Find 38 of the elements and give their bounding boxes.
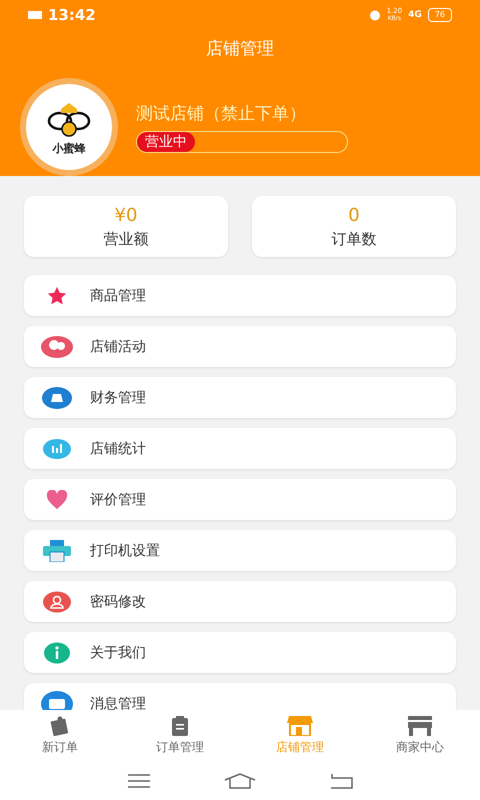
menu-item[interactable]: 店铺活动	[24, 326, 456, 367]
menu-item[interactable]: 打印机设置	[24, 530, 456, 571]
store-name: 测试店铺（禁止下单）	[136, 102, 307, 124]
stat-card[interactable]: 0 订单数	[252, 196, 456, 257]
menu-item[interactable]: 关于我们	[24, 632, 456, 673]
stat-value: 0	[348, 204, 360, 226]
logo-text: 小蜜蜂	[52, 140, 86, 156]
menu-icon[interactable]	[126, 774, 151, 788]
printer-icon	[43, 540, 71, 562]
page-title: 店铺管理	[205, 38, 275, 60]
menu-item[interactable]: 消息管理	[24, 683, 456, 710]
battery-indicator: 76	[428, 8, 452, 22]
back-icon[interactable]	[329, 773, 354, 789]
store-icon	[408, 716, 432, 736]
heart-icon	[46, 490, 68, 510]
menu-item[interactable]: 评价管理	[24, 479, 456, 520]
tab[interactable]: 商家中心	[360, 710, 480, 762]
stat-value: ¥0	[114, 204, 138, 226]
tab[interactable]: 新订单	[0, 710, 120, 762]
document-icon	[171, 716, 189, 736]
balloon-icon	[41, 334, 73, 358]
stat-card[interactable]: ¥0 营业额	[24, 196, 228, 257]
stat-label: 订单数	[332, 230, 376, 248]
menu-item[interactable]: 店铺统计	[24, 428, 456, 469]
network-type: 4G	[408, 10, 422, 20]
bar-chart-icon	[43, 438, 71, 460]
star-icon	[46, 284, 68, 306]
status-time: 13:42	[48, 6, 96, 24]
business-status-badge: 营业中	[137, 132, 195, 152]
menu-item[interactable]: 财务管理	[24, 377, 456, 418]
storefront-icon	[287, 716, 313, 736]
menu-item[interactable]: 商品管理	[24, 275, 456, 316]
menu-item[interactable]: 密码修改	[24, 581, 456, 622]
home-icon[interactable]	[224, 773, 256, 789]
info-icon	[44, 642, 70, 664]
user-icon	[43, 590, 71, 612]
tab[interactable]: 订单管理	[120, 710, 240, 762]
stat-label: 营业额	[104, 230, 148, 248]
